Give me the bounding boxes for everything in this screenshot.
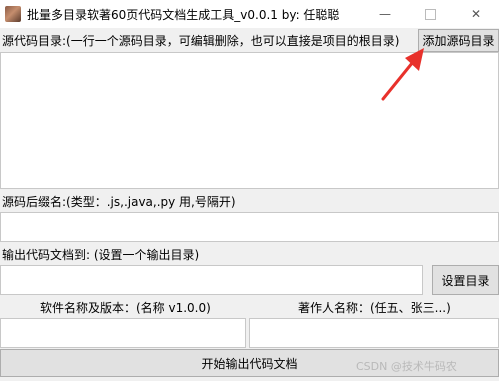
close-button[interactable]: ✕ <box>453 0 499 28</box>
minimize-icon: — <box>379 7 391 21</box>
suffix-input[interactable] <box>0 212 499 242</box>
close-icon: ✕ <box>470 7 482 21</box>
annotation-arrow-icon <box>381 48 424 101</box>
author-name-input[interactable] <box>249 318 499 348</box>
maximize-icon <box>424 8 436 20</box>
maximize-button[interactable] <box>407 0 453 28</box>
software-name-input[interactable] <box>0 318 246 348</box>
software-name-label: 软件名称及版本：(名称 v1.0.0) <box>40 301 211 315</box>
app-icon <box>5 6 21 22</box>
start-output-label: 开始输出代码文档 <box>201 356 298 371</box>
suffix-label: 源码后缀名:(类型：.js,.java,.py 用,号隔开) <box>2 195 236 209</box>
minimize-button[interactable]: — <box>362 0 408 28</box>
window-title: 批量多目录软著60页代码文档生成工具_v0.0.1 by: 任聪聪 <box>27 8 340 22</box>
output-dir-input[interactable] <box>0 265 423 295</box>
set-dir-button[interactable]: 设置目录 <box>432 265 499 295</box>
author-name-label: 著作人名称：(任五、张三...) <box>298 301 451 315</box>
output-dir-label: 输出代码文档到: (设置一个输出目录) <box>2 248 200 262</box>
watermark: CSDN @技术牛码农 <box>356 360 457 373</box>
source-dir-label: 源代码目录:(一行一个源码目录，可编辑删除，也可以直接是项目的根目录) <box>0 30 418 51</box>
